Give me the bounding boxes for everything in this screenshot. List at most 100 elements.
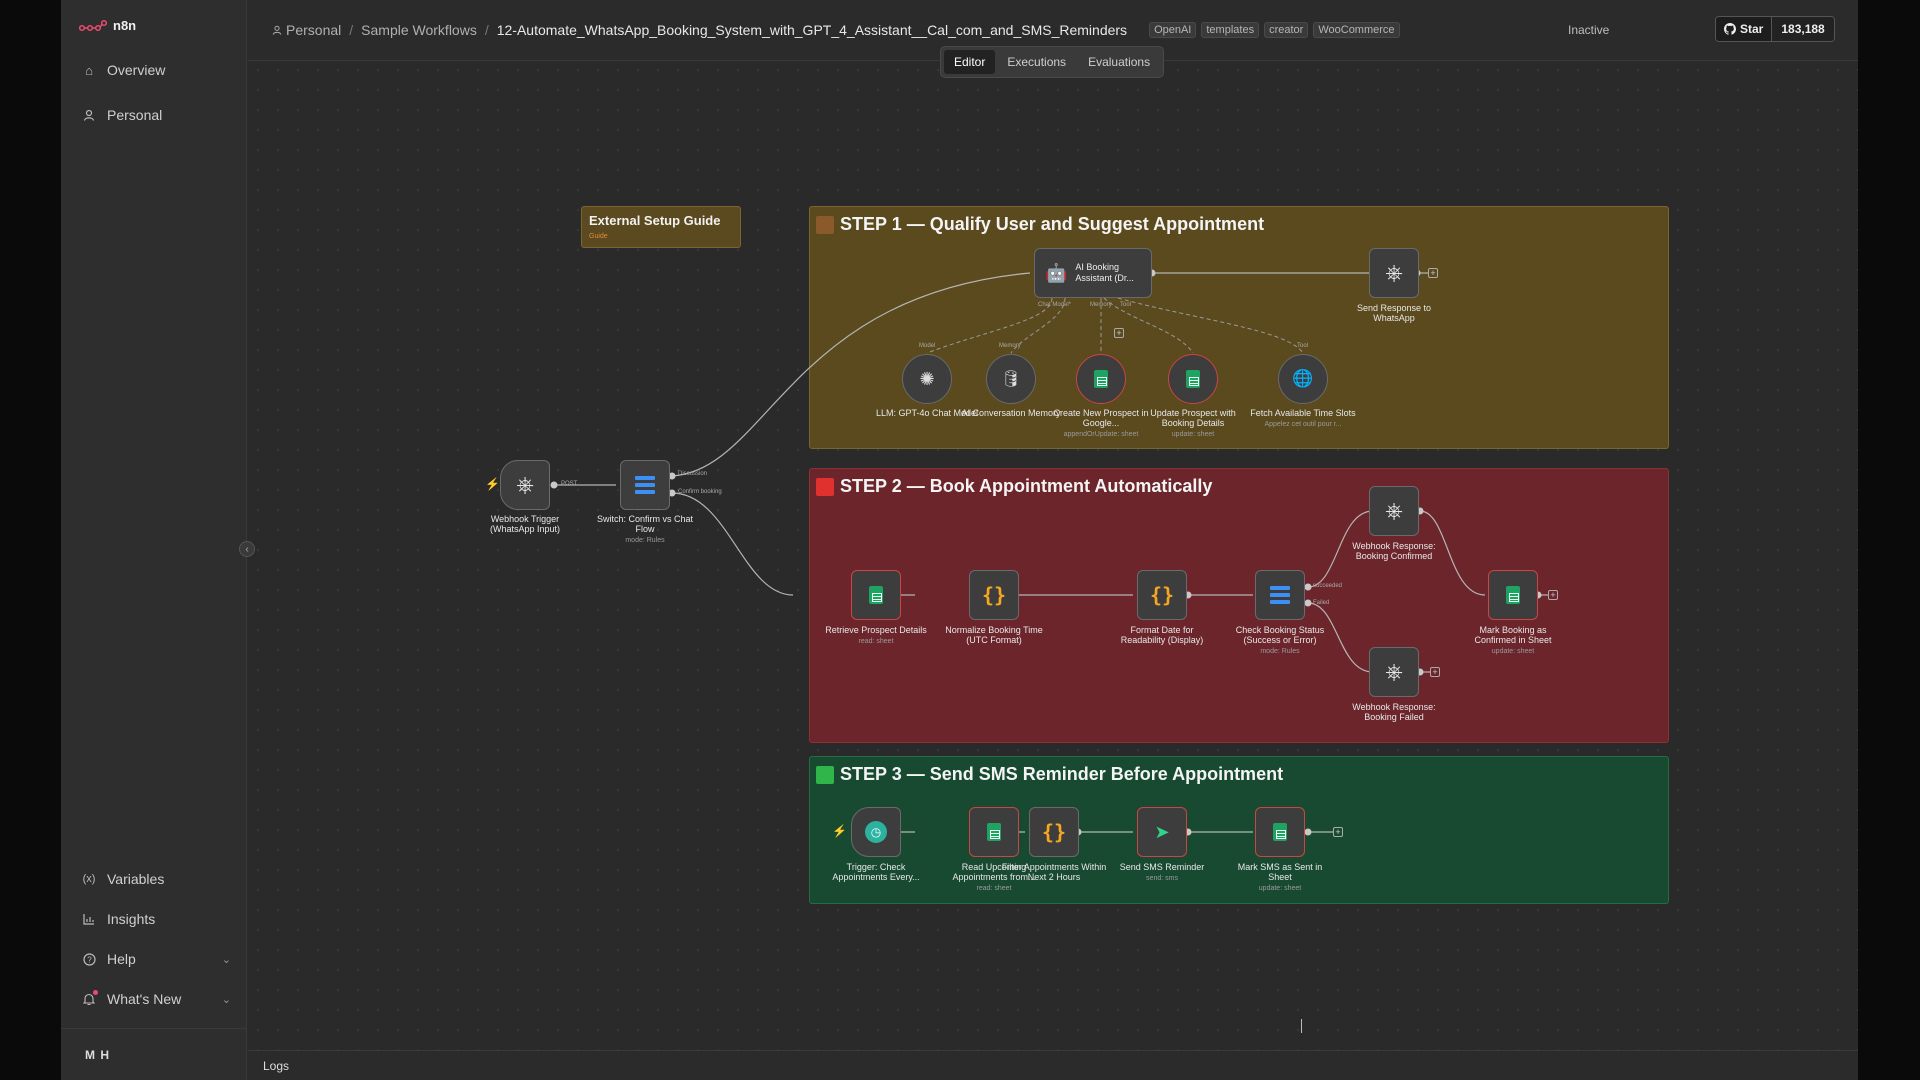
user-avatar[interactable]: M H	[61, 1028, 247, 1080]
google-sheets-icon	[1273, 823, 1287, 841]
node-ai-booking-assistant[interactable]: 🤖 AI Booking Assistant (Dr...	[1034, 248, 1152, 298]
code-braces-icon: {}	[1149, 583, 1175, 607]
node-check-booking-status[interactable]	[1255, 570, 1305, 620]
brand-name: n8n	[113, 18, 137, 33]
sticky-setup-guide[interactable]: External Setup Guide Guide	[581, 206, 741, 248]
node-retrieve-prospect[interactable]	[851, 570, 901, 620]
node-port-label: POST	[561, 481, 578, 487]
node-llm-gpt4o[interactable]: ✺	[902, 354, 952, 404]
node-subtitle: mode: Rules	[1260, 648, 1300, 655]
trigger-bolt-icon: ⚡	[485, 477, 500, 491]
sidebar-item-insights[interactable]: Insights	[81, 908, 231, 930]
node-update-prospect[interactable]	[1168, 354, 1218, 404]
agent-port-tool: Tool	[1120, 302, 1132, 308]
sidebar-item-label: Insights	[107, 911, 156, 927]
step-1-title: STEP 1 — Qualify User and Suggest Appoin…	[816, 214, 1264, 235]
sidebar-item-label: Overview	[107, 62, 166, 78]
node-label-text: Retrieve Prospect Details	[825, 625, 927, 635]
node-label: Switch: Confirm vs Chat Flow mode: Rules	[590, 514, 700, 546]
tab-executions[interactable]: Executions	[997, 50, 1076, 74]
google-sheets-icon	[1186, 370, 1200, 388]
node-label-text: Mark Booking as Confirmed in Sheet	[1474, 625, 1552, 645]
node-port-label: Memory	[999, 343, 1021, 349]
workflow-canvas[interactable]: STEP 1 — Qualify User and Suggest Appoin…	[248, 0, 1858, 1050]
node-format-date[interactable]: {}	[1137, 570, 1187, 620]
chart-icon	[81, 911, 97, 927]
openai-icon: ✺	[919, 368, 935, 389]
agent-port-memory: Memory	[1090, 302, 1112, 308]
node-subtitle: update: sheet	[1491, 648, 1535, 655]
node-label: Webhook Response: Booking Confirmed	[1352, 541, 1436, 561]
node-label: Update Prospect with Booking Details upd…	[1138, 408, 1248, 440]
green-square-icon	[816, 765, 834, 784]
sidebar-item-help[interactable]: ? Help ⌄	[81, 948, 231, 970]
node-fetch-time-slots[interactable]: 🌐	[1278, 354, 1328, 404]
node-filter-appointments[interactable]: {}	[1029, 807, 1079, 857]
node-response-confirmed[interactable]: ⎈	[1369, 486, 1419, 536]
sidebar-item-whats-new[interactable]: What's New ⌄	[81, 988, 231, 1010]
node-subtitle: Appelez cet outil pour r...	[1264, 421, 1342, 428]
switch-output-confirm: Confirm booking	[678, 489, 722, 495]
node-send-sms[interactable]: ➤	[1137, 807, 1187, 857]
node-label: Send Response to WhatsApp	[1356, 303, 1432, 323]
step-3-title: STEP 3 — Send SMS Reminder Before Appoin…	[816, 764, 1283, 785]
webhook-icon: ⎈	[1385, 659, 1403, 684]
node-subtitle: update: sheet	[1171, 431, 1215, 438]
tab-editor[interactable]: Editor	[944, 50, 996, 74]
sidebar-item-personal[interactable]: Personal	[81, 104, 231, 126]
add-node-button[interactable]: +	[1428, 268, 1438, 278]
node-webhook-trigger[interactable]: ⎈	[500, 460, 550, 510]
node-response-failed[interactable]: ⎈	[1369, 647, 1419, 697]
collapse-sidebar-button[interactable]: ‹	[239, 541, 255, 557]
variables-icon: (x)	[82, 873, 96, 885]
sidebar-item-overview[interactable]: ⌂ Overview	[81, 59, 231, 81]
add-tool-button[interactable]: +	[1114, 328, 1124, 338]
node-ai-memory[interactable]: 🛢	[986, 354, 1036, 404]
text-cursor	[1301, 1019, 1302, 1033]
help-icon: ?	[81, 951, 97, 967]
logs-panel[interactable]: Logs	[248, 1050, 1858, 1080]
switch-icon	[635, 476, 655, 494]
google-sheets-icon	[1094, 370, 1108, 388]
add-node-button[interactable]: +	[1333, 827, 1343, 837]
view-tabs: Editor Executions Evaluations	[940, 46, 1165, 78]
webhook-icon: ⎈	[1385, 498, 1403, 523]
svg-text:?: ?	[87, 955, 92, 964]
node-label: AI Booking Assistant (Dr...	[1075, 262, 1134, 283]
google-sheets-icon	[987, 823, 1001, 841]
node-read-upcoming[interactable]	[969, 807, 1019, 857]
node-normalize-time[interactable]: {}	[969, 570, 1019, 620]
switch-icon	[1270, 586, 1290, 604]
app-window: n8n ⌂ Overview Personal (x) Variables In…	[61, 0, 1858, 1080]
logs-label: Logs	[263, 1059, 290, 1073]
webhook-icon: ⎈	[516, 472, 534, 497]
node-label-text: Create New Prospect in Google...	[1053, 408, 1149, 428]
database-icon: 🛢	[1000, 371, 1022, 388]
node-mark-sms-sent[interactable]	[1255, 807, 1305, 857]
step-2-title-text: STEP 2 — Book Appointment Automatically	[840, 476, 1213, 496]
step-2-title: STEP 2 — Book Appointment Automatically	[816, 476, 1212, 497]
tab-evaluations[interactable]: Evaluations	[1078, 50, 1160, 74]
node-label: Webhook Response: Booking Failed	[1352, 702, 1436, 722]
guide-title: External Setup Guide	[589, 213, 721, 228]
sidebar-item-variables[interactable]: (x) Variables	[81, 868, 231, 890]
node-label-text: Update Prospect with Booking Details	[1150, 408, 1236, 428]
node-label: Filter Appointments Within Next 2 Hours	[1001, 862, 1107, 882]
n8n-logo[interactable]: n8n	[79, 18, 136, 33]
node-trigger-check-appointments[interactable]: ◷	[851, 807, 901, 857]
node-switch-confirm-chat[interactable]	[620, 460, 670, 510]
node-subtitle: send: sms	[1146, 875, 1178, 882]
node-create-prospect[interactable]	[1076, 354, 1126, 404]
user-icon	[81, 107, 97, 123]
sidebar-item-label: What's New	[107, 991, 182, 1007]
red-square-icon	[816, 477, 834, 496]
node-send-response-whatsapp[interactable]: ⎈	[1369, 248, 1419, 298]
google-sheets-icon	[1506, 586, 1520, 604]
n8n-logo-icon	[79, 19, 107, 31]
add-node-button[interactable]: +	[1548, 590, 1558, 600]
add-node-button[interactable]: +	[1430, 667, 1440, 677]
send-arrow-icon: ➤	[1154, 821, 1170, 842]
node-mark-confirmed[interactable]	[1488, 570, 1538, 620]
sticky-step-2[interactable]: STEP 2 — Book Appointment Automatically	[809, 468, 1669, 743]
trigger-bolt-icon: ⚡	[832, 824, 847, 838]
